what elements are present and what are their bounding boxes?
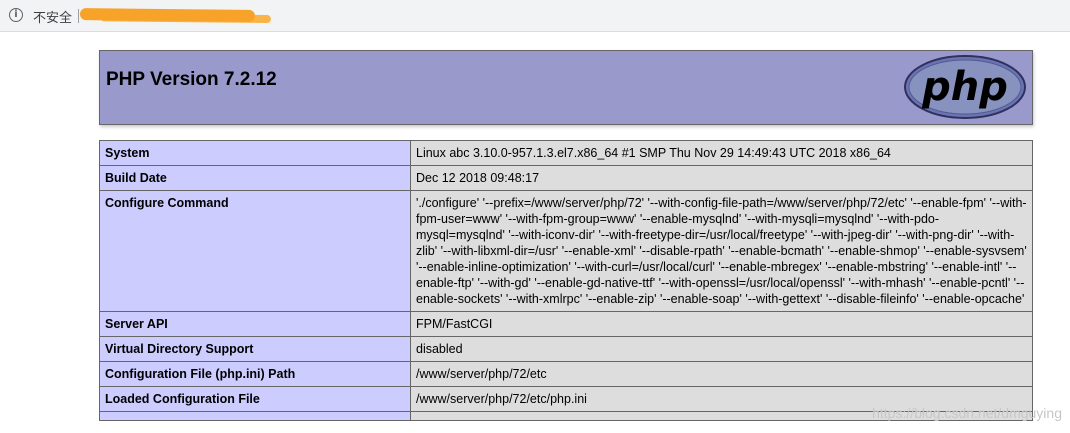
row-value: Linux abc 3.10.0-957.1.3.el7.x86_64 #1 S… xyxy=(410,140,1033,166)
phpinfo-container: PHP Version 7.2.12 php xyxy=(99,50,1033,125)
table-row: Configuration File (php.ini) Path/www/se… xyxy=(99,361,1033,387)
table-row: Server API FPM/FastCGI xyxy=(99,311,1033,337)
php-logo: php xyxy=(904,55,1026,119)
row-value: './configure' '--prefix=/www/server/php/… xyxy=(410,190,1033,312)
table-row: Virtual Directory Support disabled xyxy=(99,336,1033,362)
phpinfo-table: System Linux abc 3.10.0-957.1.3.el7.x86_6… xyxy=(99,140,1033,421)
address-divider xyxy=(78,9,79,23)
row-key: System xyxy=(99,140,411,166)
watermark: https://blog.csdn.net/dmguying xyxy=(872,405,1062,421)
page-title: PHP Version 7.2.12 xyxy=(106,69,277,90)
row-value: disabled xyxy=(410,336,1033,362)
row-value: FPM/FastCGI xyxy=(410,311,1033,337)
browser-address-bar[interactable]: i 不安全 xyxy=(0,0,1070,32)
row-value: Dec 12 2018 09:48:17 xyxy=(410,165,1033,191)
row-key: Server API xyxy=(99,311,411,337)
url-redaction-mark[interactable] xyxy=(79,8,256,22)
row-value: /www/server/php/72/etc xyxy=(410,361,1033,387)
row-key: Configure Command xyxy=(99,190,411,312)
row-key: Build Date xyxy=(99,165,411,191)
row-key: Virtual Directory Support xyxy=(99,336,411,362)
table-row: Build Date Dec 12 2018 09:48:17 xyxy=(99,165,1033,191)
security-label: 不安全 xyxy=(33,11,73,26)
row-key: Loaded Configuration File xyxy=(99,386,411,412)
table-row: System Linux abc 3.10.0-957.1.3.el7.x86_6… xyxy=(99,140,1033,166)
row-key: Configuration File (php.ini) Path xyxy=(99,361,411,387)
info-icon[interactable]: i xyxy=(9,8,23,22)
php-logo-text: php xyxy=(921,64,1008,110)
phpinfo-header: PHP Version 7.2.12 php xyxy=(99,50,1033,125)
table-row: Configure Command './configure' '--prefix… xyxy=(99,190,1033,312)
row-key xyxy=(99,411,411,421)
